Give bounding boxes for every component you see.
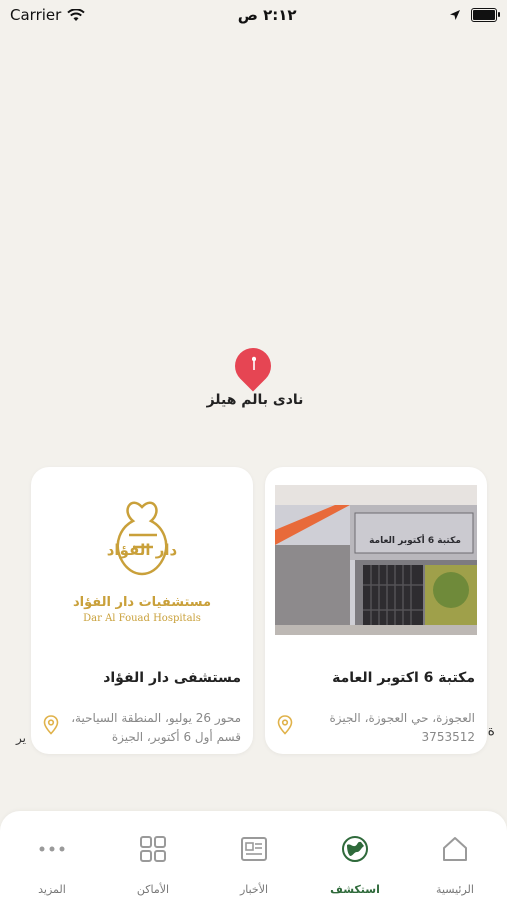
place-card-library[interactable]: مكتبة 6 أكتوبر العامة مكتبة 6 اكتوبر الع…	[265, 467, 487, 754]
map-pin-label: نادى بالم هيلز	[206, 392, 304, 408]
tab-news-label: الأخبار	[239, 883, 269, 896]
tab-explore-label: استكشف	[330, 883, 380, 896]
tab-places[interactable]: الأماكن	[103, 811, 203, 900]
hospital-logo: دار الفؤاد مستشفيات دار الفؤاد Dar Al Fo…	[73, 501, 211, 624]
location-arrow-icon	[450, 10, 460, 20]
card-address: العجوزة، حي العجوزة، الجيزة 3753512	[329, 711, 476, 744]
tab-more-label: المزيد	[38, 883, 66, 896]
battery-icon	[471, 8, 500, 22]
more-icon	[39, 846, 65, 852]
map-edge-text-left: ير	[16, 731, 26, 745]
map-edge-text-right: ة	[487, 723, 495, 739]
card-title: مكتبة 6 اكتوبر العامة	[332, 670, 475, 686]
places-icon	[140, 836, 166, 862]
location-pin-icon	[43, 715, 59, 735]
tab-home-label: الرئيسية	[436, 883, 474, 896]
hospital-logo-image: دار الفؤاد مستشفيات دار الفؤاد Dar Al Fo…	[41, 485, 243, 635]
card-address: محور 26 يوليو، المنطقة السياحية، قسم أول…	[71, 711, 241, 744]
status-bar: Carrier ٢:١٢ ص	[0, 0, 507, 30]
bottom-tab-bar: الرئيسية استكشف الأخبار الأماكن المزيد	[0, 811, 507, 900]
card-title: مستشفى دار الفؤاد	[103, 670, 241, 686]
home-icon	[443, 837, 467, 861]
logo-arabic-text: مستشفيات دار الفؤاد	[73, 595, 211, 610]
logo-english-text: Dar Al Fouad Hospitals	[83, 613, 201, 624]
news-icon	[241, 837, 267, 861]
wifi-icon	[67, 8, 86, 21]
map-pin-dot-icon	[252, 356, 256, 370]
status-left: Carrier	[10, 6, 86, 24]
library-sign-text: مكتبة 6 أكتوبر العامة	[369, 534, 461, 546]
logo-mark-text: دار الفؤاد	[107, 541, 178, 559]
status-right	[449, 8, 500, 22]
carrier-label: Carrier	[10, 6, 62, 24]
clock: ٢:١٢ ص	[237, 6, 297, 24]
tab-explore[interactable]: استكشف	[305, 811, 405, 900]
place-card-hospital[interactable]: دار الفؤاد مستشفيات دار الفؤاد Dar Al Fo…	[31, 467, 253, 754]
tab-news[interactable]: الأخبار	[204, 811, 304, 900]
library-building-image: مكتبة 6 أكتوبر العامة	[275, 485, 477, 635]
location-pin-icon	[277, 715, 293, 735]
library-photo: مكتبة 6 أكتوبر العامة	[275, 485, 477, 635]
tab-places-label: الأماكن	[136, 883, 170, 896]
explore-icon	[342, 836, 368, 862]
tab-home[interactable]: الرئيسية	[405, 811, 505, 900]
tab-more[interactable]: المزيد	[2, 811, 102, 900]
